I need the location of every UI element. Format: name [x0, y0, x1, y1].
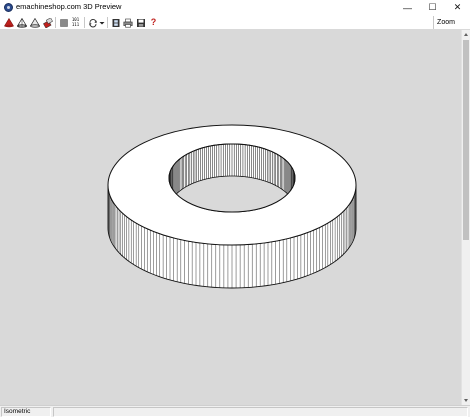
maximize-button[interactable]: ☐ [420, 0, 445, 15]
wireframe-view-button[interactable] [16, 17, 27, 28]
rotate-dropdown-button[interactable] [98, 17, 105, 28]
paint-icon [42, 17, 53, 28]
inner-wall [168, 143, 296, 213]
dropdown-arrow-icon [99, 21, 104, 24]
view-mode-label: Isometric [1, 407, 51, 417]
toolbar-separator [84, 17, 85, 28]
wireframe-cone-icon [16, 17, 27, 28]
vertical-scrollbar[interactable] [461, 30, 470, 405]
shaded-view-button[interactable] [29, 17, 40, 28]
shaded-cone-icon [29, 17, 40, 28]
gray-square-icon [59, 18, 68, 27]
digits-icon-bottom: 111 [71, 21, 80, 27]
preview-window: emachineshop.com 3D Preview — ☐ ✕ 101 11… [0, 0, 470, 417]
filmstrip-icon [112, 18, 119, 27]
toolbar-separator [55, 17, 56, 28]
numbers-button[interactable]: 101 111 [70, 17, 81, 28]
title-bar[interactable]: emachineshop.com 3D Preview — ☐ ✕ [0, 0, 470, 15]
status-info [53, 407, 468, 417]
toolbar-separator [433, 16, 434, 29]
status-bar: Isometric [0, 405, 470, 417]
question-mark-icon: ? [150, 17, 157, 27]
washer-3d-model[interactable] [0, 30, 461, 405]
rotate-button[interactable] [87, 17, 98, 28]
toolbar-separator [107, 17, 108, 28]
save-button[interactable] [135, 17, 146, 28]
minimize-button[interactable]: — [395, 0, 420, 15]
floppy-disk-icon [136, 18, 145, 27]
3d-viewport[interactable] [0, 30, 461, 405]
scrollbar-thumb[interactable] [463, 40, 469, 240]
red-solid-view-button[interactable] [3, 17, 14, 28]
help-button[interactable]: ? [148, 17, 159, 28]
printer-icon [123, 18, 132, 28]
close-button[interactable]: ✕ [445, 0, 470, 15]
scroll-down-arrow-icon[interactable] [464, 399, 468, 402]
zoom-button[interactable]: Zoom [435, 17, 457, 28]
render-view-button[interactable] [42, 17, 53, 28]
stop-button[interactable] [58, 17, 69, 28]
red-cone-icon [3, 17, 14, 27]
scroll-up-arrow-icon[interactable] [464, 33, 468, 36]
print-button[interactable] [122, 17, 133, 28]
emachineshop-logo-icon [4, 3, 13, 12]
rotate-arrows-icon [88, 18, 97, 27]
film-button[interactable] [110, 17, 121, 28]
window-title: emachineshop.com 3D Preview [16, 2, 122, 11]
toolbar: 101 111 ? Zoom [0, 15, 470, 30]
